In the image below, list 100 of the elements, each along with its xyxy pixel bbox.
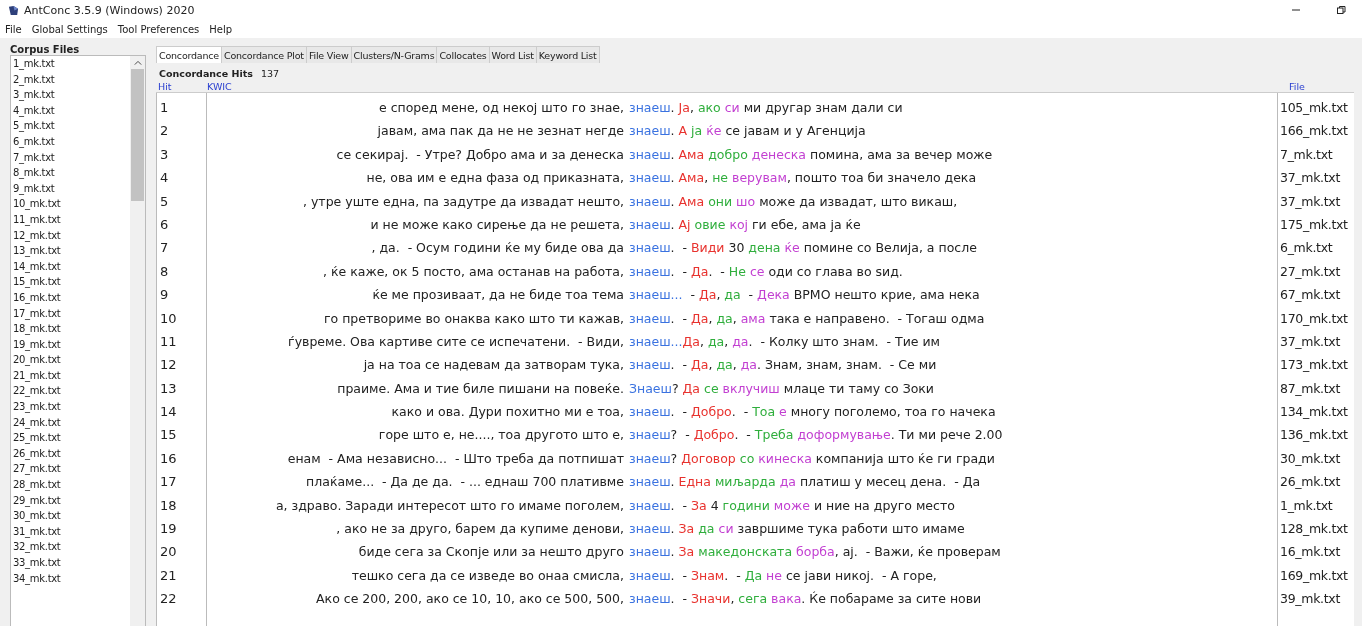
- hit-number: 7: [160, 239, 170, 258]
- hit-number: 14: [160, 403, 178, 422]
- file-list-item[interactable]: 11_mk.txt: [13, 211, 130, 228]
- right-context: ? Договор со кинеска компанија што ќе ги гради: [670, 449, 995, 468]
- left-context: и не може како сирење да не решета,: [369, 215, 625, 234]
- file-list-item[interactable]: 15_mk.txt: [13, 274, 130, 290]
- tab[interactable]: Keyword List: [535, 46, 600, 63]
- file-list-item[interactable]: 34_mk.txt: [13, 570, 130, 587]
- hit-number: 16: [160, 449, 178, 468]
- file-list-item[interactable]: 27_mk.txt: [13, 461, 130, 478]
- menu-item[interactable]: Help: [209, 23, 233, 35]
- file-list-item[interactable]: 21_mk.txt: [13, 367, 130, 384]
- keyword: знаеш: [629, 192, 671, 211]
- tab[interactable]: Concordance Plot: [221, 46, 307, 63]
- column-header[interactable]: File: [1289, 81, 1305, 92]
- file-list-item[interactable]: 17_mk.txt: [13, 305, 130, 322]
- file-list-item[interactable]: 24_mk.txt: [13, 414, 130, 431]
- left-context: плаќаме... - Да де да. - ... еднаш 700 плативме: [305, 473, 625, 492]
- file-name: 87_mk.txt: [1280, 379, 1342, 398]
- file-list-item[interactable]: 3_mk.txt: [13, 87, 130, 103]
- right-context: . - За 4 години може и ние на друго место: [670, 496, 955, 515]
- file-list-item[interactable]: 28_mk.txt: [13, 477, 130, 493]
- tab[interactable]: Clusters/N-Grams: [350, 46, 438, 63]
- file-name: 7_mk.txt: [1280, 145, 1334, 164]
- file-list-item[interactable]: 10_mk.txt: [13, 196, 130, 212]
- file-list-item[interactable]: 1_mk.txt: [13, 56, 130, 72]
- file-list-item[interactable]: 26_mk.txt: [13, 445, 130, 462]
- file-name: 105_mk.txt: [1280, 99, 1349, 117]
- file-list-item[interactable]: 7_mk.txt: [13, 149, 130, 166]
- file-list-item[interactable]: 25_mk.txt: [13, 430, 130, 446]
- left-context: јавам, ама пак да не не зезнат негде: [376, 122, 625, 141]
- tab[interactable]: Concordance: [156, 46, 222, 63]
- file-list-item[interactable]: 22_mk.txt: [13, 383, 130, 400]
- hit-number: 1: [160, 99, 170, 117]
- file-list-item[interactable]: 5_mk.txt: [13, 118, 130, 134]
- keyword: знаеш: [629, 426, 671, 445]
- file-list-item[interactable]: 14_mk.txt: [13, 258, 130, 275]
- keyword: знаеш: [629, 566, 671, 585]
- file-list-item[interactable]: 9_mk.txt: [13, 180, 130, 197]
- keyword: знаеш: [629, 99, 671, 117]
- scrollbar-thumb[interactable]: [131, 69, 144, 201]
- right-context: . - Да. - Не се оди со глава во ѕид.: [670, 262, 903, 281]
- file-list-item[interactable]: 2_mk.txt: [13, 71, 130, 88]
- file-list-item[interactable]: 16_mk.txt: [13, 289, 130, 306]
- keyword: знаеш: [629, 262, 671, 281]
- file-list-item[interactable]: 13_mk.txt: [13, 243, 130, 259]
- file-list-item[interactable]: 32_mk.txt: [13, 539, 130, 555]
- tab[interactable]: Word List: [488, 46, 537, 63]
- tab[interactable]: File View: [305, 46, 352, 63]
- menu-item[interactable]: File: [5, 23, 22, 35]
- file-list-item[interactable]: 20_mk.txt: [13, 352, 130, 368]
- right-context: . Ја, ако си ми другар знам дали си: [670, 99, 903, 117]
- file-name: 26_mk.txt: [1280, 473, 1342, 492]
- keyword: знаеш: [629, 473, 671, 492]
- left-context: , ако не за друго, барем да купиме денови,: [335, 520, 625, 539]
- keyword: знаеш: [629, 145, 671, 164]
- scroll-up-icon[interactable]: [133, 60, 142, 66]
- file-list-item[interactable]: 4_mk.txt: [13, 102, 130, 119]
- file-list-item[interactable]: 29_mk.txt: [13, 492, 130, 509]
- scrollbar[interactable]: [130, 56, 145, 626]
- file-list-item[interactable]: 12_mk.txt: [13, 227, 130, 244]
- file-list-item[interactable]: 30_mk.txt: [13, 508, 130, 524]
- hit-number: 15: [160, 426, 178, 445]
- menu-item[interactable]: Tool Preferences: [117, 23, 200, 35]
- column-header[interactable]: KWIC: [207, 81, 232, 92]
- hit-number: 10: [160, 309, 178, 328]
- file-name: 27_mk.txt: [1280, 262, 1342, 281]
- file-list-item[interactable]: 18_mk.txt: [13, 321, 130, 337]
- tab[interactable]: Collocates: [436, 46, 490, 63]
- right-context: Да, да, да. - Колку што знам. - Тие им: [682, 332, 940, 351]
- file-list-item[interactable]: 23_mk.txt: [13, 399, 130, 415]
- column-header[interactable]: Hit: [158, 81, 172, 92]
- keyword: знаеш: [629, 309, 671, 328]
- hit-number: 13: [160, 379, 178, 398]
- right-context: . За да си завршиме тука работи што имаме: [670, 520, 965, 539]
- hit-number: 22: [160, 590, 178, 609]
- keyword: знаеш...: [629, 286, 683, 305]
- left-context: праиме. Ама и тие биле пишани на повеќе.: [336, 379, 625, 398]
- file-list-item[interactable]: 33_mk.txt: [13, 555, 130, 571]
- restore-icon[interactable]: [1336, 5, 1346, 15]
- keyword: знаеш: [629, 543, 671, 562]
- menu-item[interactable]: Global Settings: [31, 23, 108, 35]
- left-context: го претвориме во онаква како што ти кажав,: [322, 309, 625, 328]
- window-title: AntConc 3.5.9 (Windows) 2020: [24, 3, 195, 17]
- file-name: 169_mk.txt: [1280, 566, 1349, 585]
- file-list-item[interactable]: 31_mk.txt: [13, 523, 130, 540]
- file-name: 134_mk.txt: [1280, 403, 1349, 422]
- right-context: - Да, да - Дека ВРМО нешто крие, ама нека: [689, 286, 980, 305]
- file-list-item[interactable]: 8_mk.txt: [13, 165, 130, 181]
- left-context: енам - Ама независно... - Што треба да потпишат: [286, 449, 625, 468]
- left-context: не, ова им е една фаза од приказната,: [365, 169, 625, 188]
- hit-number: 17: [160, 473, 178, 492]
- hit-number: 6: [160, 215, 170, 234]
- file-name: 37_mk.txt: [1280, 192, 1342, 211]
- file-list-item[interactable]: 6_mk.txt: [13, 133, 130, 150]
- file-name: 1_mk.txt: [1280, 496, 1334, 515]
- keyword: знаеш: [629, 590, 671, 609]
- left-context: , ќе каже, ок 5 посто, ама останав на работа,: [322, 262, 625, 281]
- right-context: . За македонската борба, ај. - Важи, ќе проверам: [670, 543, 1001, 562]
- file-list-item[interactable]: 19_mk.txt: [13, 336, 130, 353]
